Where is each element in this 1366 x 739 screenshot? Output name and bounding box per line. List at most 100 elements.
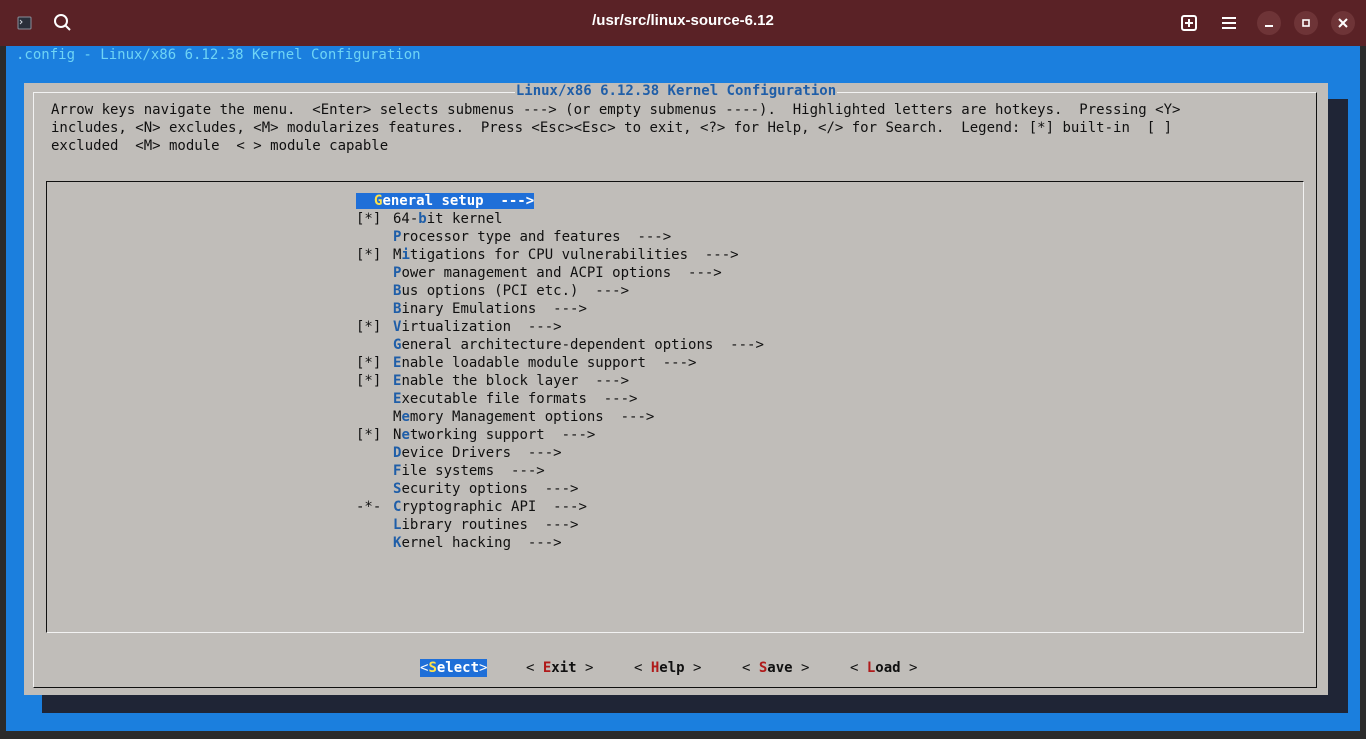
button-label: elp <box>659 660 685 676</box>
menu-item-label: General architecture-dependent options -… <box>393 337 764 353</box>
button-bar: <Select> < Exit > < Help > < Save > < Load > <box>24 659 1328 677</box>
menu-item[interactable]: Security options ---> <box>356 480 764 498</box>
menu-item-label: Library routines ---> <box>393 517 578 533</box>
hotkey-letter: b <box>418 211 427 227</box>
help-line: Arrow keys navigate the menu. <Enter> se… <box>51 102 1181 118</box>
menu-item[interactable]: [*] Mitigations for CPU vulnerabilities -… <box>356 246 764 264</box>
menu-item[interactable]: General setup ---> <box>356 192 764 210</box>
menu-item-label: Security options ---> <box>393 481 578 497</box>
menu-item-label: Processor type and features ---> <box>393 229 671 245</box>
label-text: nable the block layer ---> <box>401 373 630 389</box>
menu-item-label: Executable file formats ---> <box>393 391 637 407</box>
bracket: < <box>634 660 651 676</box>
bracket: > <box>479 660 488 676</box>
label-text: ile systems ---> <box>401 463 545 479</box>
load-button[interactable]: < Load > <box>850 659 917 677</box>
bracket: > <box>792 660 810 676</box>
bracket: > <box>684 660 702 676</box>
label-text: ernel hacking ---> <box>401 535 562 551</box>
bracket: < <box>850 660 867 676</box>
menu-item-label: Mitigations for CPU vulnerabilities ---> <box>393 247 739 263</box>
menu-item-label: Memory Management options ---> <box>393 409 654 425</box>
label-text: eneral architecture-dependent options --… <box>401 337 764 353</box>
menu-item-label: 64-bit kernel <box>393 211 503 227</box>
menu-item-label: Binary Emulations ---> <box>393 301 587 317</box>
menu-item[interactable]: Memory Management options ---> <box>356 408 764 426</box>
label-text: ryptographic API ---> <box>401 499 587 515</box>
hotkey-letter: i <box>401 247 410 263</box>
label-text: ibrary routines ---> <box>401 517 579 533</box>
exit-button[interactable]: < Exit > <box>526 659 593 677</box>
menu-item-label: General setup ---> <box>356 193 535 209</box>
menuconfig-dialog: Linux/x86 6.12.38 Kernel Configuration A… <box>24 83 1328 695</box>
window-titlebar: /usr/src/linux-source-6.12 <box>0 0 1366 46</box>
label-text: 64- <box>393 211 419 227</box>
menu-item-label: Power management and ACPI options ---> <box>393 265 722 281</box>
select-button[interactable]: <Select> <box>420 659 488 677</box>
hotkey-letter: e <box>401 409 410 425</box>
terminal-area[interactable]: .config - Linux/x86 6.12.38 Kernel Confi… <box>6 46 1360 731</box>
menu-item-label: Device Drivers ---> <box>393 445 562 461</box>
help-line: excluded <M> module < > module capable <box>51 138 389 154</box>
menu-item[interactable]: [*] Virtualization ---> <box>356 318 764 336</box>
menu-item-label: Enable the block layer ---> <box>393 373 629 389</box>
menu-item-state: [*] <box>356 355 382 371</box>
menu-item[interactable]: Executable file formats ---> <box>356 390 764 408</box>
menu-item[interactable]: [*] Enable loadable module support ---> <box>356 354 764 372</box>
menu-item-label: Bus options (PCI etc.) ---> <box>393 283 629 299</box>
menu-item[interactable]: Bus options (PCI etc.) ---> <box>356 282 764 300</box>
menu-item[interactable]: Power management and ACPI options ---> <box>356 264 764 282</box>
menu-item[interactable]: [*] Enable the block layer ---> <box>356 372 764 390</box>
menu-item[interactable]: File systems ---> <box>356 462 764 480</box>
menu-item-label: Networking support ---> <box>393 427 595 443</box>
hotkey-letter: e <box>401 427 410 443</box>
label-text: eneral setup ---> <box>382 193 535 209</box>
menu-item-label: Kernel hacking ---> <box>393 535 562 551</box>
label-text: tworking support ---> <box>409 427 596 443</box>
menu-item[interactable]: General architecture-dependent options -… <box>356 336 764 354</box>
bracket: < <box>526 660 543 676</box>
label-text: irtualization ---> <box>401 319 562 335</box>
menu-item[interactable]: Library routines ---> <box>356 516 764 534</box>
menu-item-state: [*] <box>356 319 382 335</box>
menu-item-label: Cryptographic API ---> <box>393 499 587 515</box>
label-text: xecutable file formats ---> <box>401 391 638 407</box>
menu-item-state: -*- <box>356 499 382 515</box>
menu-item[interactable]: -*- Cryptographic API ---> <box>356 498 764 516</box>
window-title: /usr/src/linux-source-6.12 <box>592 12 774 29</box>
menu-item[interactable]: Kernel hacking ---> <box>356 534 764 552</box>
menu-item[interactable]: Binary Emulations ---> <box>356 300 764 318</box>
bracket: > <box>576 660 594 676</box>
menu-item-label: File systems ---> <box>393 463 545 479</box>
close-icon[interactable] <box>1331 11 1355 35</box>
help-text: Arrow keys navigate the menu. <Enter> se… <box>51 101 1180 155</box>
menu-list: General setup ---> [*] 64-bit kernel Proces… <box>356 192 764 552</box>
menu-item-label: Virtualization ---> <box>393 319 562 335</box>
config-header: .config - Linux/x86 6.12.38 Kernel Confi… <box>16 47 421 63</box>
help-button[interactable]: < Help > <box>634 659 701 677</box>
button-label: elect <box>436 660 480 676</box>
menu-icon[interactable] <box>1214 8 1244 38</box>
maximize-icon[interactable] <box>1294 11 1318 35</box>
button-label: ave <box>767 660 793 676</box>
label-text: inary Emulations ---> <box>401 301 587 317</box>
bracket: < <box>742 660 759 676</box>
button-label: xit <box>551 660 577 676</box>
menu-item[interactable]: Device Drivers ---> <box>356 444 764 462</box>
dialog-title-text: Linux/x86 6.12.38 Kernel Configuration <box>514 83 838 99</box>
hotkey-letter: S <box>428 660 437 676</box>
menu-item[interactable]: [*] 64-bit kernel <box>356 210 764 228</box>
minimize-icon[interactable] <box>1257 11 1281 35</box>
label-text: nable loadable module support ---> <box>401 355 697 371</box>
save-button[interactable]: < Save > <box>742 659 809 677</box>
menu-item[interactable]: Processor type and features ---> <box>356 228 764 246</box>
bracket: > <box>900 660 918 676</box>
label-text: us options (PCI etc.) ---> <box>401 283 630 299</box>
menu-item-state: [*] <box>356 427 382 443</box>
menu-item[interactable]: [*] Networking support ---> <box>356 426 764 444</box>
label-text: it kernel <box>426 211 503 227</box>
new-tab-icon[interactable] <box>1174 8 1204 38</box>
label-text: ecurity options ---> <box>401 481 579 497</box>
menu-item-state: [*] <box>356 373 382 389</box>
menu-item-state: [*] <box>356 247 382 263</box>
